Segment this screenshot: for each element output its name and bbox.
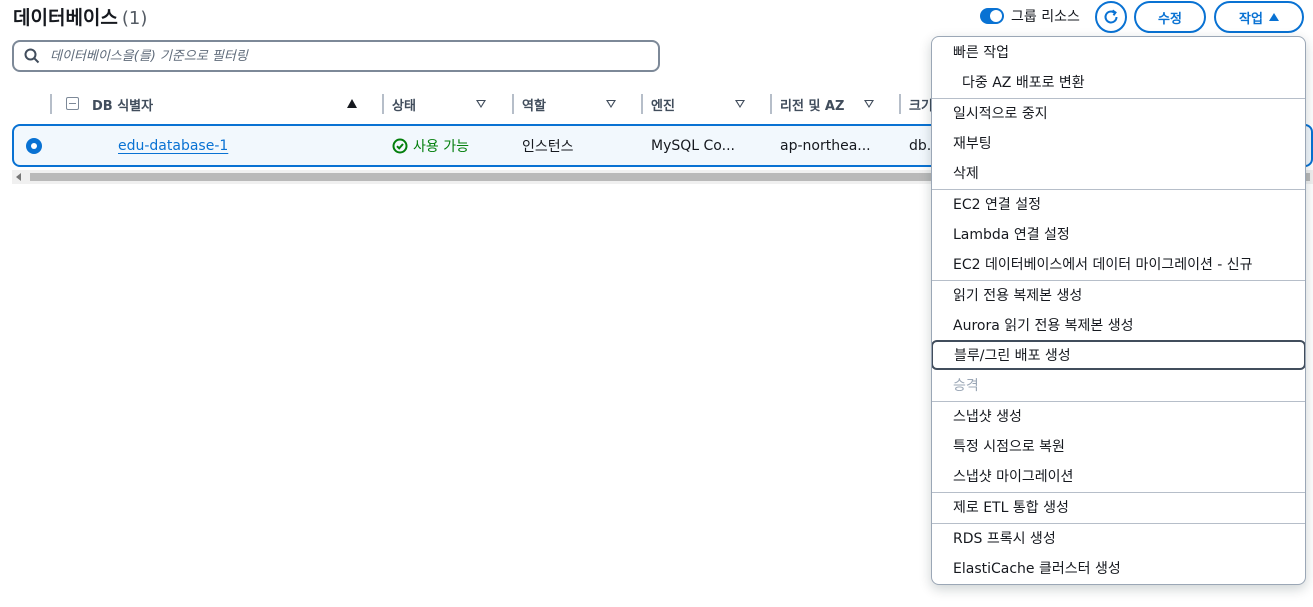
cell-role: 인스턴스	[522, 126, 574, 165]
status-text: 사용 가능	[413, 138, 469, 155]
menu-item-create-rds-proxy[interactable]: RDS 프록시 생성	[932, 523, 1305, 553]
menu-item-restore-point-in-time[interactable]: 특정 시점으로 복원	[932, 431, 1305, 461]
db-identifier-link[interactable]: edu-database-1	[118, 138, 228, 154]
page-title: 데이터베이스 (1)	[13, 3, 147, 30]
column-label: 역할	[522, 98, 546, 114]
menu-item-label: 특정 시점으로 복원	[953, 439, 1065, 455]
menu-item-create-blue-green-deployment[interactable]: 블루/그린 배포 생성	[932, 340, 1305, 370]
sort-icon[interactable]	[476, 100, 486, 108]
menu-item-label: 일시적으로 중지	[953, 106, 1048, 122]
menu-item-migrate-snapshot[interactable]: 스냅샷 마이그레이션	[932, 461, 1305, 491]
edit-button-label: 수정	[1158, 11, 1182, 27]
menu-item-label: EC2 데이터베이스에서 데이터 마이그레이션 - 신규	[953, 257, 1253, 273]
caret-up-icon	[1268, 13, 1279, 21]
sort-icon[interactable]	[606, 100, 616, 108]
menu-item-ec2-data-migration[interactable]: EC2 데이터베이스에서 데이터 마이그레이션 - 신규	[932, 249, 1305, 279]
column-label: 리전 및 AZ	[780, 98, 845, 114]
column-separator	[770, 94, 772, 114]
menu-item-create-snapshot[interactable]: 스냅샷 생성	[932, 401, 1305, 431]
resource-count: (1)	[121, 8, 148, 29]
actions-button[interactable]: 작업	[1214, 1, 1304, 33]
refresh-icon	[1104, 9, 1118, 24]
column-header-db-identifier[interactable]: DB 식별자	[92, 88, 362, 120]
column-separator	[512, 94, 514, 114]
menu-item-label: 스냅샷 생성	[953, 409, 1022, 425]
menu-item-convert-multi-az[interactable]: 다중 AZ 배포로 변환	[932, 67, 1305, 97]
sort-icon[interactable]	[735, 100, 745, 108]
column-header-role[interactable]: 역할	[512, 88, 642, 120]
menu-item-promote: 승격	[932, 370, 1305, 400]
menu-item-label: 삭제	[953, 166, 979, 182]
column-label: 크기	[909, 98, 933, 114]
toggle-switch[interactable]	[980, 8, 1004, 24]
filter-search-box[interactable]	[12, 40, 660, 72]
menu-item-reboot[interactable]: 재부팅	[932, 128, 1305, 158]
menu-item-stop-temporarily[interactable]: 일시적으로 중지	[932, 98, 1305, 128]
column-header-region-az[interactable]: 리전 및 AZ	[770, 88, 900, 120]
engine-text: MySQL Co...	[651, 137, 735, 154]
column-separator	[382, 94, 384, 114]
menu-item-label: RDS 프록시 생성	[953, 531, 1056, 547]
column-separator	[899, 94, 901, 114]
region-text: ap-northea...	[780, 137, 871, 154]
menu-item-create-zero-etl[interactable]: 제로 ETL 통합 생성	[932, 492, 1305, 522]
refresh-button[interactable]	[1095, 1, 1127, 33]
row-radio-selected[interactable]	[26, 138, 42, 154]
page-title-text: 데이터베이스	[13, 7, 118, 29]
menu-item-label: 제로 ETL 통합 생성	[953, 500, 1069, 516]
sort-ascending-icon[interactable]	[347, 99, 357, 108]
menu-item-label: Aurora 읽기 전용 복제본 생성	[953, 318, 1134, 334]
cell-region-az: ap-northea...	[780, 126, 871, 165]
toggle-knob	[990, 10, 1002, 22]
menu-item-label: Lambda 연결 설정	[953, 227, 1070, 243]
column-separator	[641, 94, 643, 114]
column-label: 엔진	[651, 98, 675, 114]
menu-item-label: 재부팅	[953, 136, 992, 152]
cell-status: 사용 가능	[392, 126, 469, 165]
actions-button-label: 작업	[1239, 11, 1263, 27]
menu-item-create-read-replica[interactable]: 읽기 전용 복제본 생성	[932, 280, 1305, 310]
filter-input[interactable]	[50, 48, 630, 64]
menu-item-label: 스냅샷 마이그레이션	[953, 469, 1074, 485]
menu-item-ec2-connection[interactable]: EC2 연결 설정	[932, 189, 1305, 219]
menu-item-label: 다중 AZ 배포로 변환	[962, 75, 1085, 91]
collapse-all-checkbox[interactable]	[66, 97, 79, 110]
menu-item-label: EC2 연결 설정	[953, 197, 1041, 213]
menu-item-create-elasticache-cluster[interactable]: ElastiCache 클러스터 생성	[932, 553, 1305, 583]
group-resources-toggle[interactable]: 그룹 리소스	[980, 6, 1080, 26]
menu-item-lambda-connection[interactable]: Lambda 연결 설정	[932, 219, 1305, 249]
column-header-engine[interactable]: 엔진	[641, 88, 771, 120]
menu-item-label: 블루/그린 배포 생성	[954, 348, 1071, 364]
menu-item-create-aurora-read-replica[interactable]: Aurora 읽기 전용 복제본 생성	[932, 310, 1305, 340]
menu-item-label: 읽기 전용 복제본 생성	[953, 288, 1083, 304]
group-resources-label: 그룹 리소스	[1011, 9, 1080, 25]
column-separator	[50, 94, 52, 114]
role-text: 인스턴스	[522, 138, 574, 155]
column-header-status[interactable]: 상태	[382, 88, 512, 120]
menu-item-label: 승격	[953, 378, 979, 394]
menu-item-delete[interactable]: 삭제	[932, 158, 1305, 188]
column-label: 상태	[392, 98, 416, 114]
search-icon	[24, 48, 40, 64]
scroll-left-arrow-icon[interactable]	[16, 173, 21, 181]
menu-item-quick-actions: 빠른 작업	[932, 37, 1305, 67]
cell-db-identifier[interactable]: edu-database-1	[118, 126, 228, 165]
menu-item-label: 빠른 작업	[953, 45, 1009, 61]
check-circle-icon	[392, 138, 408, 153]
edit-button[interactable]: 수정	[1134, 1, 1206, 33]
menu-item-label: ElastiCache 클러스터 생성	[953, 561, 1121, 577]
status-badge: 사용 가능	[392, 136, 469, 156]
sort-icon[interactable]	[864, 100, 874, 108]
column-label: DB 식별자	[92, 98, 154, 114]
cell-engine: MySQL Co...	[651, 126, 735, 165]
actions-dropdown-menu: 빠른 작업 다중 AZ 배포로 변환 일시적으로 중지 재부팅 삭제 EC2 연…	[931, 36, 1306, 585]
